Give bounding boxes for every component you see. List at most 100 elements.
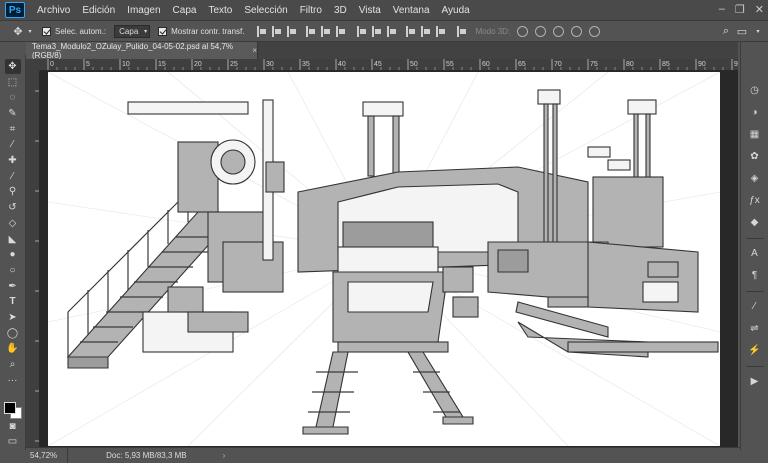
scale-3d-icon[interactable] [589, 25, 601, 37]
menu-capa[interactable]: Capa [167, 5, 203, 16]
ruler-tick-label: 65 [518, 61, 526, 68]
zoom-level[interactable]: 54,72% [26, 448, 69, 463]
orbit-3d-icon[interactable] [517, 25, 529, 37]
tools-panel: ✥ ⬚ ◌ ✎ ⌗ ⁄ ✚ ⁄ ⚲ ↺ ◇ ◣ ● ○ ✒ T ➤ ◯ ✋ ⌕ … [0, 55, 26, 450]
distribute-bottom-icon[interactable] [386, 25, 398, 37]
horizontal-ruler[interactable]: 0 5 10 15 20 25 30 35 40 45 50 55 60 65 70 75 80 85 90 95 [40, 59, 738, 71]
play-icon[interactable]: ▶ [747, 373, 763, 389]
distribute-hcenter-icon[interactable] [420, 25, 432, 37]
auto-align-icon[interactable] [456, 25, 468, 37]
move-tool-preset-icon[interactable]: ✥ [10, 23, 26, 39]
align-right-icon[interactable] [335, 25, 347, 37]
document-tab[interactable]: Tema3_Modulo2_OZulay_Pulido_04-05-02.psd… [26, 41, 258, 60]
paint-bucket-icon[interactable]: ◣ [5, 232, 21, 247]
menu-filtro[interactable]: Filtro [294, 5, 328, 16]
paths-icon[interactable]: ⚡ [747, 342, 763, 358]
dodge-icon[interactable]: ○ [5, 263, 21, 278]
close-icon[interactable]: ✕ [755, 3, 764, 16]
properties-icon[interactable]: ƒx [747, 192, 763, 208]
roll-3d-icon[interactable] [535, 25, 547, 37]
history-icon[interactable]: ◷ [747, 82, 763, 98]
menu-imagen[interactable]: Imagen [121, 5, 166, 16]
eraser-icon[interactable]: ◇ [5, 216, 21, 231]
document-tab-title: Tema3_Modulo2_OZulay_Pulido_04-05-02.psd… [32, 41, 234, 60]
type-icon[interactable]: T [5, 294, 21, 309]
lasso-icon[interactable]: ◌ [5, 90, 21, 105]
menu-edicion[interactable]: Edición [76, 5, 121, 16]
slide-3d-icon[interactable] [571, 25, 583, 37]
pan-3d-icon[interactable] [553, 25, 565, 37]
ruler-tick-label: 55 [446, 61, 454, 68]
healing-brush-icon[interactable]: ✚ [5, 153, 21, 168]
history-brush-icon[interactable]: ↺ [5, 200, 21, 215]
move-icon[interactable]: ✥ [4, 59, 21, 74]
auto-select-target-dropdown[interactable]: Capa ▾ [114, 24, 151, 38]
swatches-icon[interactable]: ▦ [747, 126, 763, 142]
pen-icon[interactable]: ✒ [5, 279, 21, 294]
ruler-tick-label: 95 [734, 61, 738, 68]
distribute-top-icon[interactable] [356, 25, 368, 37]
eyedropper-icon[interactable]: ⁄ [5, 137, 21, 152]
blur-icon[interactable]: ● [5, 247, 21, 262]
more-tools-icon[interactable]: ··· [5, 373, 21, 388]
menu-vista[interactable]: Vista [353, 5, 387, 16]
distribute-left-icon[interactable] [405, 25, 417, 37]
screen-mode-icon[interactable]: ▭ [5, 434, 21, 449]
color-swatches[interactable] [2, 394, 24, 420]
menu-ayuda[interactable]: Ayuda [436, 5, 476, 16]
ruler-tick-label: 45 [374, 61, 382, 68]
hand-icon[interactable]: ✋ [5, 341, 21, 356]
menu-3d[interactable]: 3D [328, 5, 353, 16]
status-bar: 54,72% Doc: 5,93 MB/83,3 MB › [26, 447, 740, 463]
quick-mask-icon[interactable]: ◙ [5, 419, 21, 434]
chevron-right-icon[interactable]: › [223, 451, 226, 460]
vertical-ruler[interactable] [26, 71, 40, 447]
foreground-color[interactable] [3, 402, 16, 415]
shape-icon[interactable]: ◯ [5, 326, 21, 341]
align-left-icon[interactable] [305, 25, 317, 37]
menu-archivo[interactable]: Archivo [31, 5, 76, 16]
dock-divider [745, 366, 764, 367]
ruler-tick-label: 90 [698, 61, 706, 68]
menu-ventana[interactable]: Ventana [387, 5, 436, 16]
layers-icon[interactable]: ◆ [747, 214, 763, 230]
styles-icon[interactable]: ◈ [747, 170, 763, 186]
minimize-icon[interactable]: – [719, 3, 725, 16]
quick-select-icon[interactable]: ✎ [5, 106, 21, 121]
document-tab-bar: Tema3_Modulo2_OZulay_Pulido_04-05-02.psd… [26, 41, 738, 60]
ruler-origin[interactable] [26, 59, 40, 71]
machine-illustration [48, 72, 720, 446]
zoom-icon[interactable]: ⌕ [5, 357, 21, 372]
align-top-icon[interactable] [256, 25, 268, 37]
channels-icon[interactable]: ⇌ [747, 320, 763, 336]
distribute-vcenter-icon[interactable] [371, 25, 383, 37]
menu-texto[interactable]: Texto [202, 5, 238, 16]
paragraph-icon[interactable]: ¶ [747, 267, 763, 283]
clone-stamp-icon[interactable]: ⚲ [5, 185, 21, 200]
marquee-icon[interactable]: ⬚ [5, 75, 21, 90]
ruler-tick-label: 70 [554, 61, 562, 68]
maximize-icon[interactable]: ❐ [735, 3, 745, 16]
document-canvas[interactable] [48, 72, 720, 446]
align-vcenter-icon[interactable] [271, 25, 283, 37]
path-select-icon[interactable]: ➤ [5, 310, 21, 325]
align-hcenter-icon[interactable] [320, 25, 332, 37]
chevron-down-icon[interactable]: ▾ [754, 23, 762, 39]
chevron-down-icon[interactable]: ▾ [26, 23, 34, 39]
close-icon[interactable]: × [252, 46, 257, 55]
color-icon[interactable]: ◑ [747, 104, 763, 120]
brush-icon[interactable]: ⁄ [5, 169, 21, 184]
align-bottom-icon[interactable] [286, 25, 298, 37]
menu-seleccion[interactable]: Selección [238, 5, 293, 16]
search-icon[interactable]: ⌕ [718, 23, 734, 39]
auto-select-checkbox[interactable] [42, 26, 51, 36]
ruler-tick-label: 20 [194, 61, 202, 68]
dock-divider [745, 291, 764, 292]
adjustments-icon[interactable]: ✿ [747, 148, 763, 164]
show-transform-checkbox[interactable] [158, 26, 168, 36]
character-icon[interactable]: A [747, 245, 763, 261]
workspace-icon[interactable]: ▭ [734, 23, 750, 39]
brush-settings-icon[interactable]: ⁄ [747, 298, 763, 314]
crop-icon[interactable]: ⌗ [5, 122, 21, 137]
distribute-right-icon[interactable] [435, 25, 447, 37]
